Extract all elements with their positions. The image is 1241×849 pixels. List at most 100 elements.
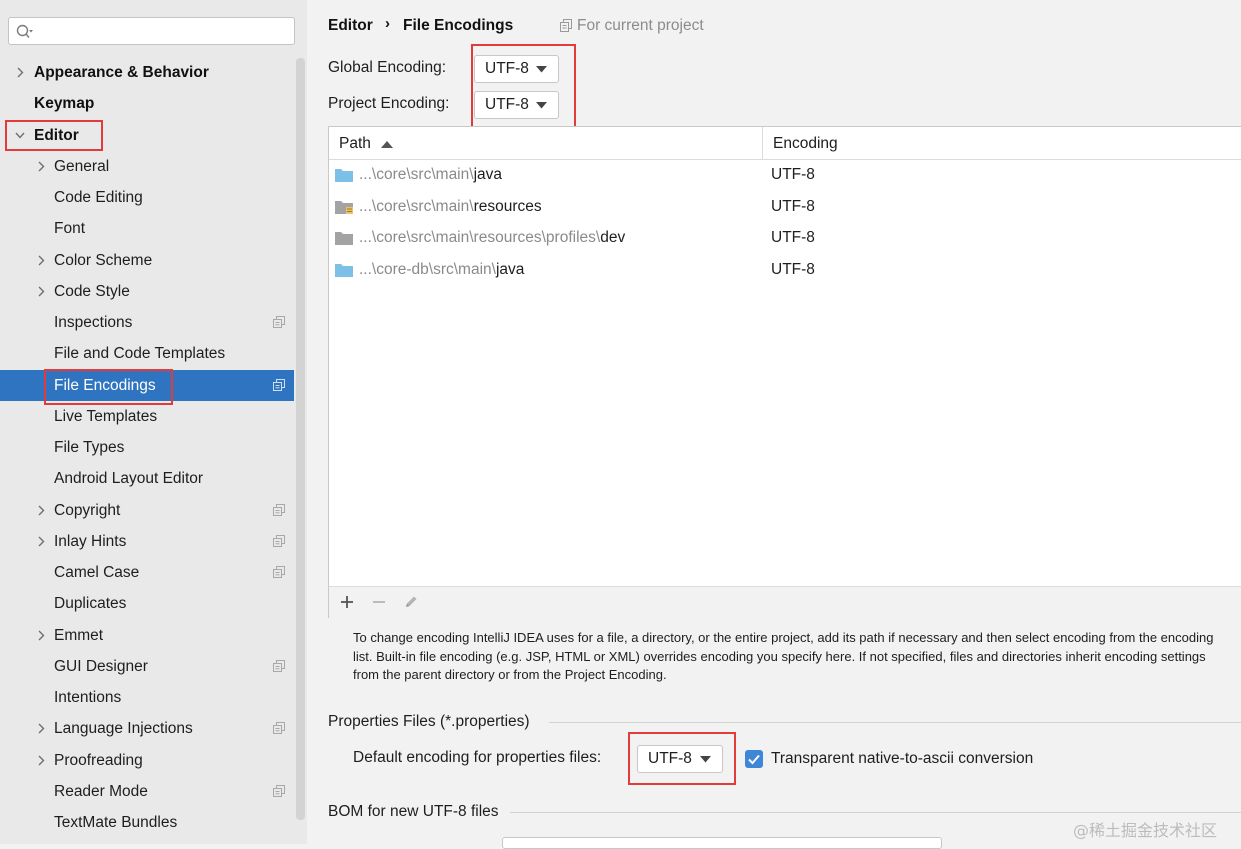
path-name: dev [600, 229, 626, 246]
table-row[interactable]: ...\core-db\src\main\java UTF-8 [329, 254, 1241, 285]
settings-search-input[interactable] [8, 17, 295, 45]
sidebar-item-textmate-bundles[interactable]: TextMate Bundles [0, 807, 294, 838]
chevron-right-icon[interactable] [36, 505, 46, 516]
sidebar-item-file-encodings[interactable]: File Encodings [0, 369, 294, 401]
sidebar-item-emmet[interactable]: Emmet [0, 620, 294, 651]
column-header-path[interactable]: Path [339, 127, 394, 160]
project-encoding-label: Project Encoding: [328, 95, 450, 112]
sidebar-item-appearance-behavior[interactable]: Appearance & Behavior [0, 57, 294, 88]
sidebar-item-code-editing[interactable]: Code Editing [0, 182, 294, 213]
global-encoding-select[interactable]: UTF-8 [474, 55, 559, 83]
sidebar-item-camel-case[interactable]: Camel Case [0, 557, 294, 588]
plus-icon [341, 596, 353, 608]
table-row[interactable]: ...\core\src\main\java UTF-8 [329, 159, 1241, 190]
column-header-encoding[interactable]: Encoding [773, 127, 838, 160]
path-cell: ...\core-db\src\main\java [359, 254, 524, 285]
settings-sidebar: Appearance & Behavior Keymap Editor General… [0, 0, 307, 844]
sidebar-item-editor[interactable]: Editor [0, 120, 294, 151]
sidebar-item-label: Language Injections [54, 720, 193, 738]
breadcrumb-parent[interactable]: Editor [328, 17, 373, 35]
sidebar-item-font[interactable]: Font [0, 213, 294, 244]
sidebar-item-live-templates[interactable]: Live Templates [0, 401, 294, 432]
sidebar-item-label: Color Scheme [54, 251, 153, 269]
encoding-cell[interactable]: UTF-8 [771, 254, 815, 285]
path-name: resources [473, 197, 542, 215]
folder-icon [335, 232, 353, 245]
sidebar-item-label: Appearance & Behavior [34, 64, 209, 81]
global-encoding-label: Global Encoding: [328, 59, 447, 76]
sidebar-item-label: Camel Case [54, 564, 140, 581]
default-encoding-label: Default encoding for properties files: [353, 749, 602, 766]
sidebar-item-android-layout-editor[interactable]: Android Layout Editor [0, 463, 294, 494]
scope-label: For current project [577, 17, 704, 34]
transparent-conversion-label[interactable]: Transparent native-to-ascii conversion [771, 750, 1033, 768]
path-cell: ...\core\src\main\resources\profiles\dev [359, 222, 625, 253]
encoding-cell[interactable]: UTF-8 [771, 191, 815, 222]
encoding-cell[interactable]: UTF-8 [771, 222, 815, 253]
chevron-right-icon[interactable] [36, 286, 46, 297]
chevron-down-icon[interactable] [15, 130, 25, 141]
sidebar-item-inspections[interactable]: Inspections [0, 307, 294, 338]
chevron-down-icon [536, 66, 547, 73]
sidebar-item-keymap[interactable]: Keymap [0, 88, 294, 119]
chevron-right-icon[interactable] [36, 255, 46, 266]
table-row[interactable]: ...\core\src\main\resources UTF-8 [329, 191, 1241, 222]
chevron-right-icon[interactable] [36, 161, 46, 172]
sidebar-item-reader-mode[interactable]: Reader Mode [0, 776, 294, 807]
project-scope-icon [273, 566, 285, 578]
path-name: java [495, 260, 525, 278]
chevron-right-icon[interactable] [36, 536, 46, 547]
breadcrumb-separator: › [385, 15, 390, 32]
project-encoding-value: UTF-8 [485, 96, 529, 113]
global-encoding-value: UTF-8 [485, 60, 529, 77]
table-toolbar [329, 586, 1241, 618]
path-prefix: ...\core\src\main\ [359, 166, 474, 183]
sidebar-item-label: Reader Mode [54, 782, 148, 800]
sidebar-item-label: Inspections [54, 314, 133, 331]
sidebar-item-copyright[interactable]: Copyright [0, 495, 294, 526]
sidebar-item-duplicates[interactable]: Duplicates [0, 588, 294, 619]
encoding-cell[interactable]: UTF-8 [771, 159, 815, 190]
sidebar-item-file-types[interactable]: File Types [0, 432, 294, 463]
chevron-right-icon[interactable] [15, 67, 25, 78]
sidebar-item-inlay-hints[interactable]: Inlay Hints [0, 526, 294, 557]
sidebar-item-label: Intentions [54, 689, 122, 706]
encoding-mappings-table[interactable]: Path Encoding ...\core\src\main\java UTF-… [328, 126, 1241, 618]
edit-mapping-button[interactable] [403, 594, 419, 615]
sidebar-item-label: Android Layout Editor [54, 470, 204, 488]
chevron-right-icon[interactable] [36, 630, 46, 641]
sidebar-item-code-style[interactable]: Code Style [0, 276, 294, 307]
sidebar-item-file-and-code-templates[interactable]: File and Code Templates [0, 338, 294, 369]
sidebar-item-label: File and Code Templates [54, 345, 226, 363]
project-scope-icon [273, 378, 285, 391]
sidebar-item-gui-designer[interactable]: GUI Designer [0, 651, 294, 682]
sidebar-scrollbar-thumb[interactable] [296, 58, 305, 820]
sidebar-item-color-scheme[interactable]: Color Scheme [0, 245, 294, 276]
table-header: Path Encoding [329, 127, 1241, 160]
sidebar-item-label: Copyright [54, 501, 121, 519]
project-encoding-select[interactable]: UTF-8 [474, 91, 559, 119]
path-prefix: ...\core\src\main\ [359, 197, 474, 215]
project-scope-icon [273, 659, 285, 672]
add-mapping-button[interactable] [339, 594, 355, 615]
resources-folder-icon [335, 200, 353, 214]
properties-encoding-select[interactable]: UTF-8 [637, 745, 723, 773]
chevron-right-icon[interactable] [36, 723, 46, 734]
chevron-right-icon[interactable] [36, 755, 46, 766]
project-scope-icon [273, 722, 285, 735]
sidebar-item-general[interactable]: General [0, 151, 294, 182]
path-cell: ...\core\src\main\resources [359, 191, 542, 222]
sidebar-item-intentions[interactable]: Intentions [0, 682, 294, 713]
check-icon [748, 754, 760, 765]
path-prefix: ...\core-db\src\main\ [359, 260, 496, 278]
remove-mapping-button[interactable] [371, 594, 387, 615]
sidebar-item-label: Duplicates [54, 595, 127, 613]
sidebar-item-language-injections[interactable]: Language Injections [0, 713, 294, 744]
table-row[interactable]: ...\core\src\main\resources\profiles\dev… [329, 222, 1241, 253]
project-scope-icon [273, 503, 285, 516]
column-separator[interactable] [762, 127, 763, 159]
sidebar-item-label: TextMate Bundles [54, 814, 178, 831]
sidebar-item-proofreading[interactable]: Proofreading [0, 745, 294, 776]
bom-select[interactable] [502, 837, 942, 849]
transparent-native-to-ascii-checkbox[interactable] [745, 750, 763, 768]
